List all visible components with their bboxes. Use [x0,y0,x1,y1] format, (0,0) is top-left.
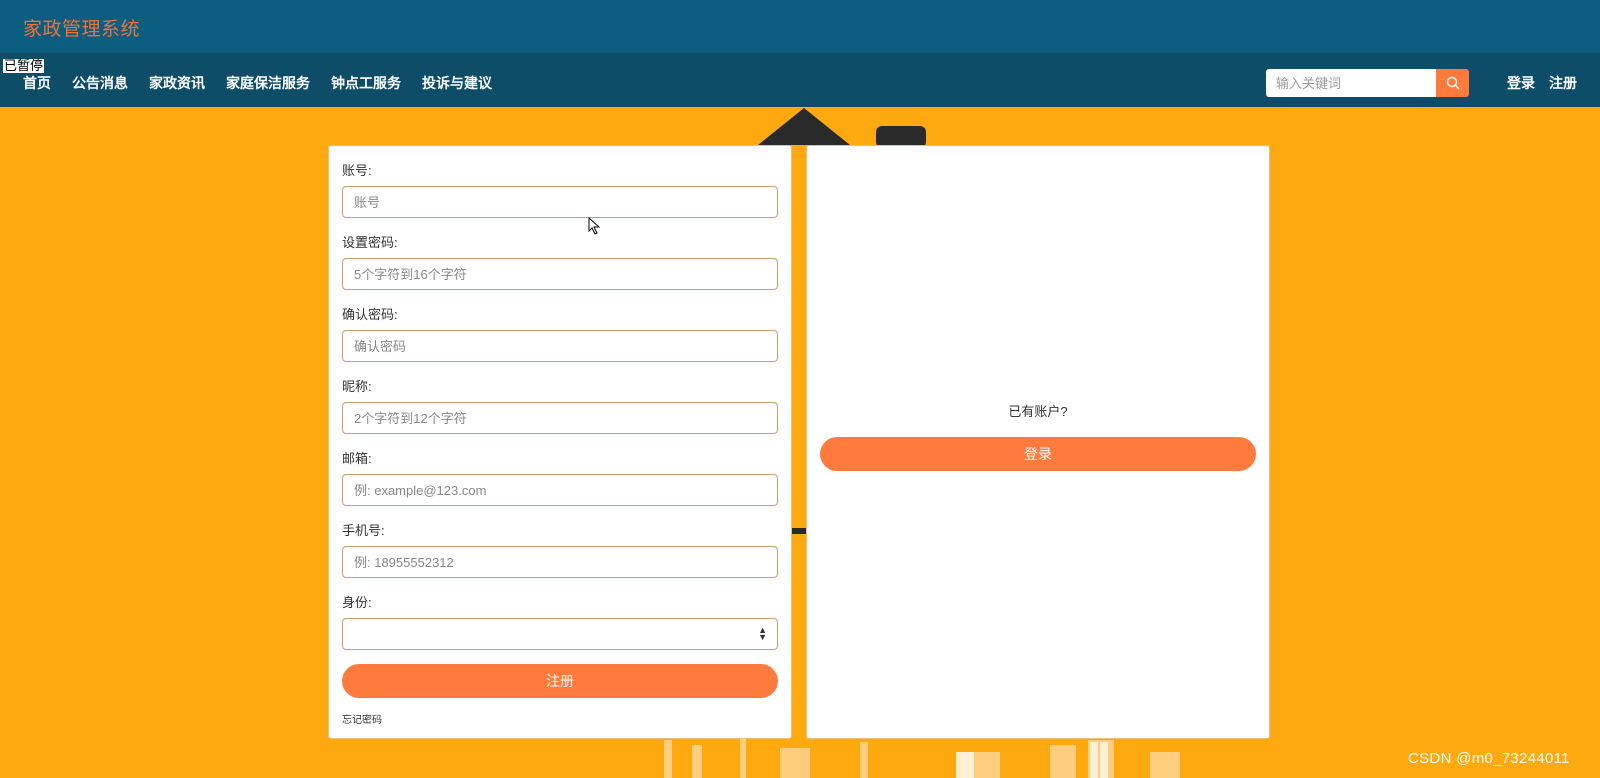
header-login-link[interactable]: 登录 [1507,73,1535,93]
account-label: 账号: [342,163,372,178]
register-form-panel: 账号: 设置密码: 确认密码: 昵称: 邮箱: 手机号: 身份: ▲▼ 注册 忘… [328,145,792,739]
phone-label: 手机号: [342,523,385,538]
forgot-password-link[interactable]: 忘记密码 [342,711,382,726]
search-icon [1446,76,1459,90]
nav-item-news[interactable]: 家政资讯 [149,73,205,93]
top-header: 家政管理系统 [0,0,1600,53]
email-label: 邮箱: [342,451,372,466]
nav-item-cleaning-service[interactable]: 家庭保洁服务 [226,73,310,93]
auth-links: 登录 注册 [1507,73,1577,93]
nav-item-announcements[interactable]: 公告消息 [72,73,128,93]
nav-item-home[interactable]: 首页 [23,73,51,93]
confirm-password-input[interactable] [342,330,778,362]
login-prompt-panel: 已有账户? 登录 [806,145,1270,739]
password-input[interactable] [342,258,778,290]
nav-links: 首页 公告消息 家政资讯 家庭保洁服务 钟点工服务 投诉与建议 [23,73,513,93]
search-bar [1266,69,1469,97]
mouse-cursor-icon [588,217,600,235]
password-label: 设置密码: [342,235,398,250]
search-input[interactable] [1266,69,1436,97]
account-input[interactable] [342,186,778,218]
nickname-input[interactable] [342,402,778,434]
nickname-label: 昵称: [342,379,372,394]
role-select[interactable]: ▲ ▼ [342,618,778,650]
email-input[interactable] [342,474,778,506]
confirm-password-label: 确认密码: [342,307,398,322]
background-decoration [664,108,1180,778]
login-button[interactable]: 登录 [820,437,1256,471]
search-button[interactable] [1436,69,1469,97]
header-register-link[interactable]: 注册 [1549,73,1577,93]
nav-item-complaints[interactable]: 投诉与建议 [422,73,492,93]
has-account-text: 已有账户? [1008,404,1068,419]
watermark-text: CSDN @m0_73244011 [1408,750,1570,767]
paused-label: 已暂停 [3,58,45,73]
register-submit-button[interactable]: 注册 [342,664,778,698]
nav-item-hourly-service[interactable]: 钟点工服务 [331,73,401,93]
role-label: 身份: [342,595,372,610]
select-arrows-icon: ▲ ▼ [758,625,767,642]
phone-input[interactable] [342,546,778,578]
app-title: 家政管理系统 [23,19,141,40]
